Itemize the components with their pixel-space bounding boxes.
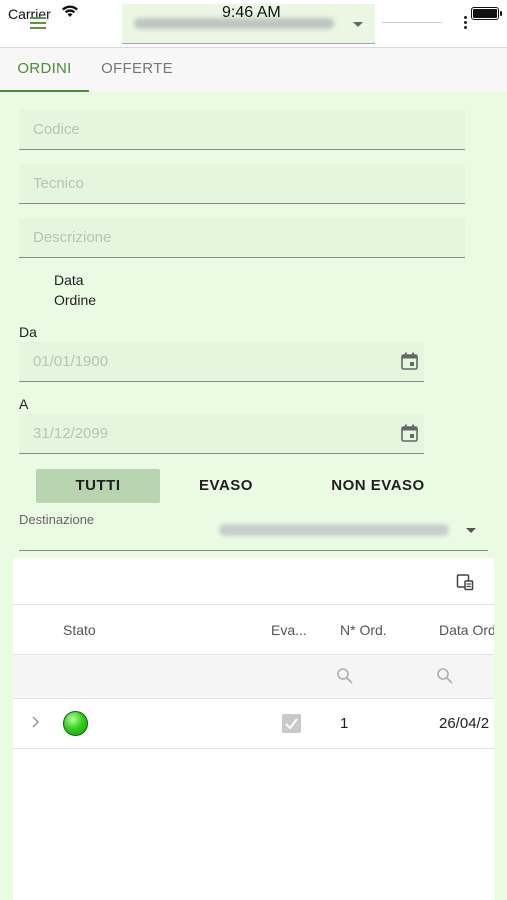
evaso-checkbox xyxy=(282,714,301,733)
destinazione-label: Destinazione xyxy=(19,512,95,527)
codice-field xyxy=(19,110,465,150)
a-label: A xyxy=(19,396,29,412)
wifi-icon xyxy=(62,5,78,17)
data-label-line2: Ordine xyxy=(54,292,97,308)
checkmark-icon xyxy=(285,718,298,730)
column-header-stato[interactable]: Stato xyxy=(63,622,96,638)
export-icon[interactable] xyxy=(456,573,474,591)
more-options-icon[interactable] xyxy=(462,16,468,32)
grid-filter-row xyxy=(13,655,494,699)
descrizione-input[interactable] xyxy=(19,218,465,257)
table-row[interactable]: 1 26/04/2 xyxy=(13,699,494,749)
numero-ordine-cell: 1 xyxy=(340,715,349,732)
column-header-data-ordine[interactable]: Data Ord xyxy=(439,622,494,638)
battery-icon xyxy=(471,7,502,20)
tab-ordini[interactable]: ORDINI xyxy=(0,48,89,92)
da-date-field[interactable]: 01/01/1900 xyxy=(19,342,424,382)
search-icon[interactable] xyxy=(336,667,354,685)
clock: 9:46 AM xyxy=(222,4,281,21)
chevron-down-icon xyxy=(353,22,363,27)
status-indicator-icon xyxy=(63,711,88,736)
calendar-icon[interactable] xyxy=(401,352,418,370)
search-icon[interactable] xyxy=(436,667,454,685)
tutti-button[interactable]: TUTTI xyxy=(36,469,160,503)
da-date-value: 01/01/1900 xyxy=(33,353,109,370)
evaso-button[interactable]: EVASO xyxy=(176,469,276,503)
column-header-evaso[interactable]: Eva... xyxy=(271,622,307,638)
da-label: Da xyxy=(19,324,37,340)
tecnico-input[interactable] xyxy=(19,164,465,203)
codice-input[interactable] xyxy=(19,110,465,149)
tecnico-field xyxy=(19,164,465,204)
divider xyxy=(382,22,442,23)
orders-grid: Stato Eva... N* Ord. Data Ord 1 26/04/2 xyxy=(13,558,494,900)
menu-icon[interactable] xyxy=(30,17,46,29)
non-evaso-button[interactable]: NON EVASO xyxy=(318,469,438,503)
data-label-line1: Data xyxy=(54,272,84,288)
grid-header: Stato Eva... N* Ord. Data Ord xyxy=(13,605,494,655)
tab-bar: ORDINI OFFERTE xyxy=(0,48,507,92)
grid-toolbar xyxy=(13,558,494,605)
tab-offerte[interactable]: OFFERTE xyxy=(89,48,185,92)
column-header-numero-ordine[interactable]: N* Ord. xyxy=(340,622,387,638)
chevron-right-icon[interactable] xyxy=(30,715,40,729)
app-bar: Carrier 9:46 AM xyxy=(0,0,507,48)
calendar-icon[interactable] xyxy=(401,424,418,442)
a-date-value: 31/12/2099 xyxy=(33,425,109,442)
a-date-field[interactable]: 31/12/2099 xyxy=(19,414,424,454)
redacted-destination xyxy=(219,524,449,536)
data-ordine-cell: 26/04/2 xyxy=(439,715,490,732)
descrizione-field xyxy=(19,218,465,258)
chevron-down-icon xyxy=(466,528,476,533)
